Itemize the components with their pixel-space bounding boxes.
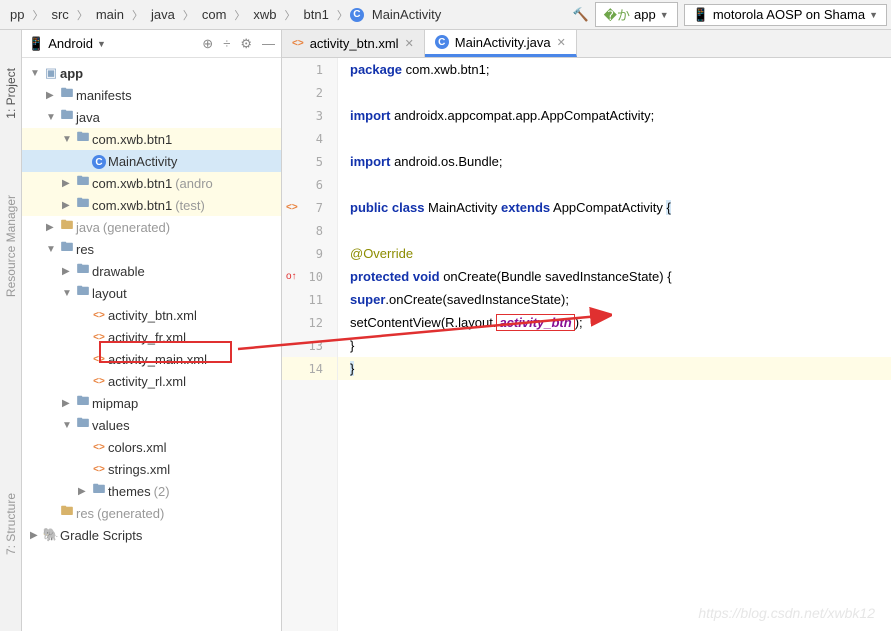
tree-file-colors[interactable]: <>colors.xml [22, 436, 281, 458]
chevron-right-icon: 〉 [132, 7, 143, 23]
close-icon[interactable]: ✕ [557, 36, 566, 49]
top-toolbar: pp〉 src〉 main〉 java〉 com〉 xwb〉 btn1〉 C M… [0, 0, 891, 30]
tree-folder-values[interactable]: ▼🖿values [22, 414, 281, 436]
xml-icon: <> [292, 38, 304, 49]
tree-file-activity-btn[interactable]: <>activity_btn.xml [22, 304, 281, 326]
editor-body[interactable]: 1 2 3 4 5 6 <>7 8 9 o↑10 11 12 13 14 pac… [282, 58, 891, 631]
tab-resource-manager[interactable]: Resource Manager [2, 187, 20, 305]
tree-file-activity-main[interactable]: <>activity_main.xml [22, 348, 281, 370]
crumb[interactable]: pp [4, 5, 30, 24]
tab-activity-btn-xml[interactable]: <> activity_btn.xml ✕ [282, 30, 425, 57]
tab-structure[interactable]: 7: Structure [2, 485, 20, 563]
hammer-icon[interactable]: 🔨 [572, 7, 588, 23]
chevron-right-icon: 〉 [234, 7, 245, 23]
crumb[interactable]: btn1 [298, 5, 335, 24]
project-panel: 📱 Android ▼ ⊕ ÷ ⚙ — ▼▣app ▶🖿manifests ▼🖿… [22, 30, 282, 631]
crumb[interactable]: xwb [247, 5, 282, 24]
android-icon: �か [604, 5, 630, 24]
chevron-right-icon: 〉 [183, 7, 194, 23]
crumb[interactable]: java [145, 5, 181, 24]
tab-project[interactable]: 1: Project [2, 60, 20, 127]
tree-module-app[interactable]: ▼▣app [22, 62, 281, 84]
watermark: https://blog.csdn.net/xwbk12 [698, 605, 875, 621]
run-config-label: app [634, 7, 656, 22]
dropdown-arrow-icon: ▼ [97, 39, 106, 49]
device-dropdown[interactable]: 📱 motorola AOSP on Shama ▼ [684, 4, 887, 26]
tree-package[interactable]: ▼🖿com.xwb.btn1 [22, 128, 281, 150]
tree-gradle-scripts[interactable]: ▶🐘Gradle Scripts [22, 524, 281, 546]
view-selector[interactable]: 📱 Android ▼ [28, 36, 106, 52]
layout-reference[interactable]: activity_btn [496, 314, 574, 331]
tree-folder-java-generated[interactable]: ▶🖿java(generated) [22, 216, 281, 238]
device-icon: 📱 [693, 7, 709, 23]
tree-folder-java[interactable]: ▼🖿java [22, 106, 281, 128]
close-icon[interactable]: ✕ [405, 37, 414, 50]
chevron-right-icon: 〉 [337, 7, 348, 23]
gutter-icon[interactable]: <> [286, 202, 298, 213]
tree-package-test[interactable]: ▶🖿com.xwb.btn1(test) [22, 194, 281, 216]
tree-class-mainactivity[interactable]: CMainActivity [22, 150, 281, 172]
run-config-dropdown[interactable]: �か app ▼ [595, 2, 678, 27]
tree-folder-res-generated[interactable]: 🖿res(generated) [22, 502, 281, 524]
tree-file-activity-rl[interactable]: <>activity_rl.xml [22, 370, 281, 392]
chevron-right-icon: 〉 [285, 7, 296, 23]
override-icon[interactable]: o↑ [286, 271, 297, 282]
gear-icon[interactable]: ⚙ [240, 36, 252, 52]
tree-file-activity-fr[interactable]: <>activity_fr.xml [22, 326, 281, 348]
code-area[interactable]: package com.xwb.btn1; import androidx.ap… [338, 58, 891, 631]
editor-panel: <> activity_btn.xml ✕ C MainActivity.jav… [282, 30, 891, 631]
project-tree[interactable]: ▼▣app ▶🖿manifests ▼🖿java ▼🖿com.xwb.btn1 … [22, 58, 281, 631]
gutter: 1 2 3 4 5 6 <>7 8 9 o↑10 11 12 13 14 [282, 58, 338, 631]
tree-folder-drawable[interactable]: ▶🖿drawable [22, 260, 281, 282]
class-icon: C [435, 35, 449, 49]
left-tool-strip: 1: Project Resource Manager 7: Structure [0, 30, 22, 631]
divide-icon[interactable]: ÷ [223, 36, 230, 52]
dropdown-arrow-icon: ▼ [660, 10, 669, 20]
crumb[interactable]: main [90, 5, 130, 24]
tree-file-strings[interactable]: <>strings.xml [22, 458, 281, 480]
device-label: motorola AOSP on Shama [713, 7, 865, 22]
editor-tab-bar: <> activity_btn.xml ✕ C MainActivity.jav… [282, 30, 891, 58]
chevron-right-icon: 〉 [77, 7, 88, 23]
tree-package-androidtest[interactable]: ▶🖿com.xwb.btn1(andro [22, 172, 281, 194]
tab-label: MainActivity.java [455, 35, 551, 50]
tree-folder-mipmap[interactable]: ▶🖿mipmap [22, 392, 281, 414]
tree-folder-manifests[interactable]: ▶🖿manifests [22, 84, 281, 106]
tree-folder-themes[interactable]: ▶🖿themes(2) [22, 480, 281, 502]
panel-title-label: Android [48, 36, 93, 51]
target-icon[interactable]: ⊕ [202, 36, 213, 52]
tree-folder-layout[interactable]: ▼🖿layout [22, 282, 281, 304]
tree-folder-res[interactable]: ▼🖿res [22, 238, 281, 260]
class-icon: C [350, 8, 364, 22]
chevron-right-icon: 〉 [32, 7, 43, 23]
crumb[interactable]: src [45, 5, 74, 24]
crumb[interactable]: com [196, 5, 233, 24]
tab-mainactivity-java[interactable]: C MainActivity.java ✕ [425, 30, 577, 57]
tab-label: activity_btn.xml [310, 36, 399, 51]
crumb[interactable]: MainActivity [366, 5, 447, 24]
panel-header: 📱 Android ▼ ⊕ ÷ ⚙ — [22, 30, 281, 58]
collapse-icon[interactable]: — [262, 36, 275, 52]
android-icon: 📱 [28, 36, 44, 52]
dropdown-arrow-icon: ▼ [869, 10, 878, 20]
breadcrumbs: pp〉 src〉 main〉 java〉 com〉 xwb〉 btn1〉 C M… [4, 5, 447, 24]
